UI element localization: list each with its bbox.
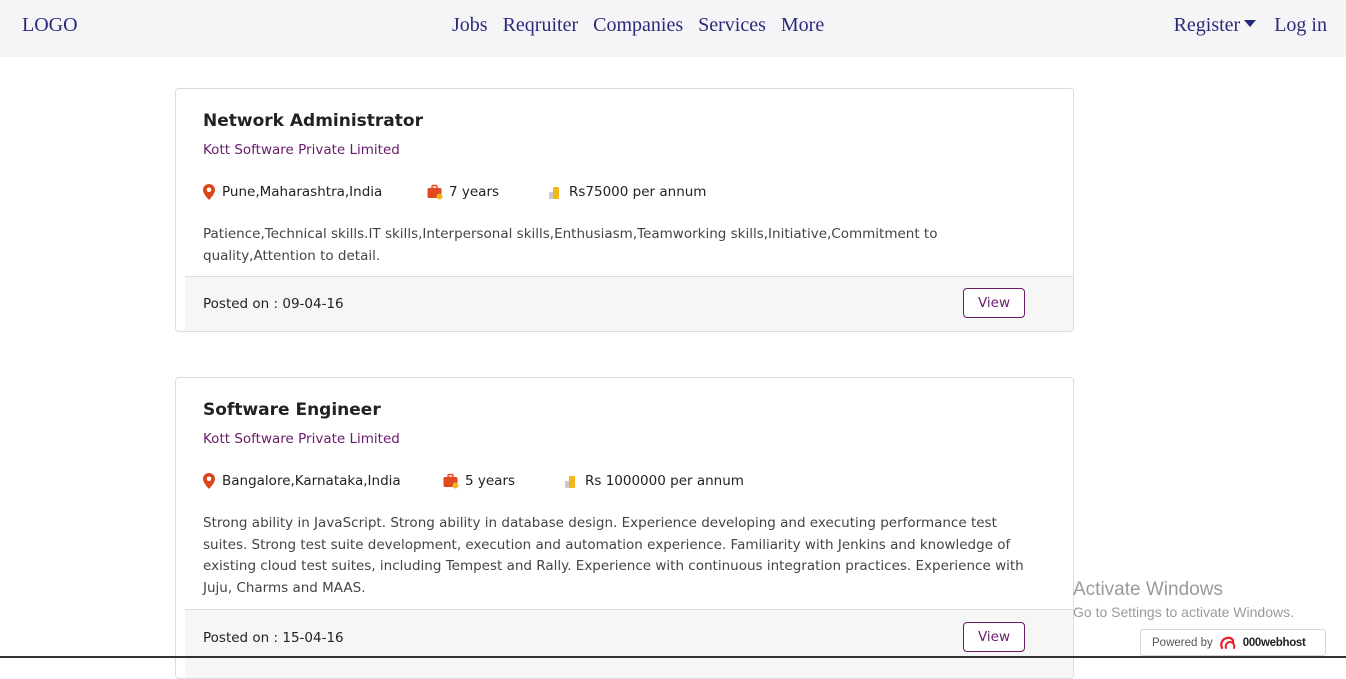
activate-title: Activate Windows bbox=[1073, 579, 1223, 600]
job-meta: Pune,Maharashtra,India 7 years Rs75000 p… bbox=[203, 183, 1046, 201]
money-icon bbox=[549, 187, 559, 199]
nav-more[interactable]: More bbox=[781, 14, 824, 37]
posted-date: Posted on : 15-04-16 bbox=[203, 630, 344, 646]
job-experience: 5 years bbox=[443, 472, 565, 490]
company-name[interactable]: Kott Software Private Limited bbox=[203, 141, 1046, 159]
salary-text: Rs 1000000 per annum bbox=[585, 473, 744, 489]
activate-windows-watermark: Activate Windows Go to Settings to activ… bbox=[1073, 579, 1294, 622]
briefcase-icon bbox=[427, 184, 443, 200]
briefcase-icon bbox=[443, 473, 459, 489]
job-card-footer: Posted on : 09-04-16 View bbox=[185, 276, 1073, 331]
job-card: Network Administrator Kott Software Priv… bbox=[175, 88, 1074, 332]
job-title[interactable]: Software Engineer bbox=[203, 398, 1046, 422]
nav-jobs[interactable]: Jobs bbox=[452, 14, 488, 37]
account-nav: Register Log in bbox=[1174, 14, 1327, 37]
powered-by-badge[interactable]: Powered by 000webhost bbox=[1140, 629, 1326, 656]
job-meta: Bangalore,Karnataka,India 5 years Rs 100… bbox=[203, 472, 1046, 490]
view-button[interactable]: View bbox=[963, 288, 1025, 318]
location-text: Bangalore,Karnataka,India bbox=[222, 473, 401, 489]
job-card-body: Software Engineer Kott Software Private … bbox=[176, 378, 1073, 599]
job-experience: 7 years bbox=[427, 183, 549, 201]
activate-subtitle: Go to Settings to activate Windows. bbox=[1073, 604, 1294, 620]
salary-text: Rs75000 per annum bbox=[569, 184, 707, 200]
caret-down-icon bbox=[1244, 20, 1257, 27]
job-location: Pune,Maharashtra,India bbox=[203, 183, 427, 201]
location-text: Pune,Maharashtra,India bbox=[222, 184, 383, 200]
powered-brand: 000webhost bbox=[1242, 636, 1306, 649]
job-salary: Rs75000 per annum bbox=[549, 183, 706, 201]
register-dropdown[interactable]: Register bbox=[1174, 14, 1257, 37]
job-title[interactable]: Network Administrator bbox=[203, 109, 1046, 133]
powered-label: Powered by bbox=[1152, 636, 1213, 649]
job-salary: Rs 1000000 per annum bbox=[565, 472, 744, 490]
top-navbar: LOGO Jobs Reqruiter Companies Services M… bbox=[0, 0, 1346, 57]
nav-services[interactable]: Services bbox=[698, 14, 766, 37]
nav-recruiter[interactable]: Reqruiter bbox=[503, 14, 579, 37]
job-card: Software Engineer Kott Software Private … bbox=[175, 377, 1074, 679]
nav-companies[interactable]: Companies bbox=[593, 14, 683, 37]
register-label: Register bbox=[1173, 14, 1241, 36]
experience-text: 5 years bbox=[465, 473, 516, 489]
job-location: Bangalore,Karnataka,India bbox=[203, 472, 443, 490]
view-button[interactable]: View bbox=[963, 622, 1025, 652]
job-description: Patience,Technical skills.IT skills,Inte… bbox=[203, 226, 938, 264]
login-link[interactable]: Log in bbox=[1274, 14, 1327, 37]
experience-text: 7 years bbox=[449, 184, 500, 200]
location-pin-icon bbox=[203, 473, 215, 489]
job-card-footer: Posted on : 15-04-16 View bbox=[185, 609, 1073, 678]
money-icon bbox=[565, 476, 575, 488]
location-pin-icon bbox=[203, 184, 215, 200]
job-description: Strong ability in JavaScript. Strong abi… bbox=[203, 515, 1024, 596]
company-name[interactable]: Kott Software Private Limited bbox=[203, 430, 1046, 448]
logo-link[interactable]: LOGO bbox=[22, 14, 78, 37]
job-card-body: Network Administrator Kott Software Priv… bbox=[176, 89, 1073, 267]
posted-date: Posted on : 09-04-16 bbox=[203, 296, 344, 312]
main-nav: Jobs Reqruiter Companies Services More bbox=[452, 14, 824, 37]
webhost-logo-icon bbox=[1219, 636, 1235, 649]
